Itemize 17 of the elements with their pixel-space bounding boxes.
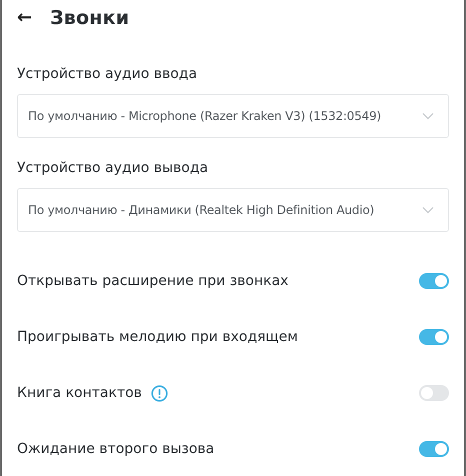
setting-label: Книга контактов — [17, 385, 142, 401]
setting-label: Открывать расширение при звонках — [17, 273, 288, 289]
toggle-switch[interactable] — [419, 441, 449, 457]
chevron-down-icon — [422, 112, 434, 120]
toggle-switch[interactable] — [419, 329, 449, 345]
device-dropdown[interactable]: По умолчанию - Microphone (Razer Kraken V3) (1532:0549) — [17, 94, 449, 138]
setting-label: Проигрывать мелодию при входящем — [17, 329, 298, 345]
device-dropdown[interactable]: По умолчанию - Динамики (Realtek High Definition Audio) — [17, 188, 449, 232]
toggle-switch[interactable] — [419, 385, 449, 401]
back-button[interactable]: ← — [17, 9, 36, 27]
chevron-down-icon — [422, 206, 434, 214]
field-label: Устройство аудио ввода — [17, 65, 198, 83]
page-title: Звонки — [50, 7, 130, 29]
field-label: Устройство аудио вывода — [17, 159, 210, 177]
setting-label: Ожидание второго вызова — [17, 441, 214, 457]
toggle-switch[interactable] — [419, 273, 449, 289]
info-icon[interactable] — [150, 384, 168, 402]
